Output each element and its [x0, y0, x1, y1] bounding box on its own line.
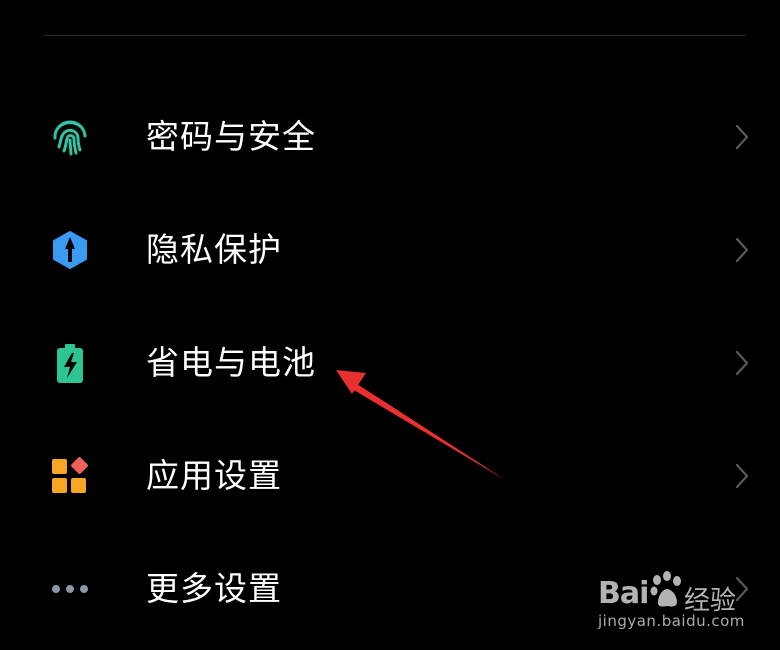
paw-logo-icon	[650, 571, 681, 607]
chevron-right-icon	[735, 237, 749, 262]
top-divider	[44, 35, 746, 36]
settings-item-label: 隐私保护	[146, 229, 282, 269]
settings-item-label: 密码与安全	[146, 116, 316, 156]
chevron-right-icon	[735, 463, 749, 488]
chevron-right-icon	[735, 350, 749, 375]
apps-icon	[49, 455, 91, 497]
settings-item-privacy[interactable]: 隐私保护	[0, 193, 780, 306]
settings-screen: 密码与安全 隐私保护 省电与电池 应用设置 更多设置 Bai 经验 jingya…	[0, 0, 780, 650]
battery-icon	[49, 342, 91, 384]
chevron-right-icon	[735, 124, 749, 149]
settings-item-battery[interactable]: 省电与电池	[0, 306, 780, 419]
privacy-shield-icon	[49, 229, 91, 271]
settings-item-password-security[interactable]: 密码与安全	[0, 80, 780, 193]
more-dots-icon	[49, 568, 91, 610]
settings-list: 密码与安全 隐私保护 省电与电池 应用设置 更多设置	[0, 80, 780, 645]
watermark-url: jingyan.baidu.com	[598, 612, 745, 630]
settings-item-label: 省电与电池	[146, 342, 316, 382]
settings-item-label: 更多设置	[146, 568, 282, 608]
settings-item-label: 应用设置	[146, 455, 282, 495]
settings-item-app-settings[interactable]: 应用设置	[0, 419, 780, 532]
watermark: Bai 经验 jingyan.baidu.com	[598, 568, 748, 638]
fingerprint-icon	[49, 116, 91, 158]
watermark-brand: Bai	[598, 576, 649, 611]
